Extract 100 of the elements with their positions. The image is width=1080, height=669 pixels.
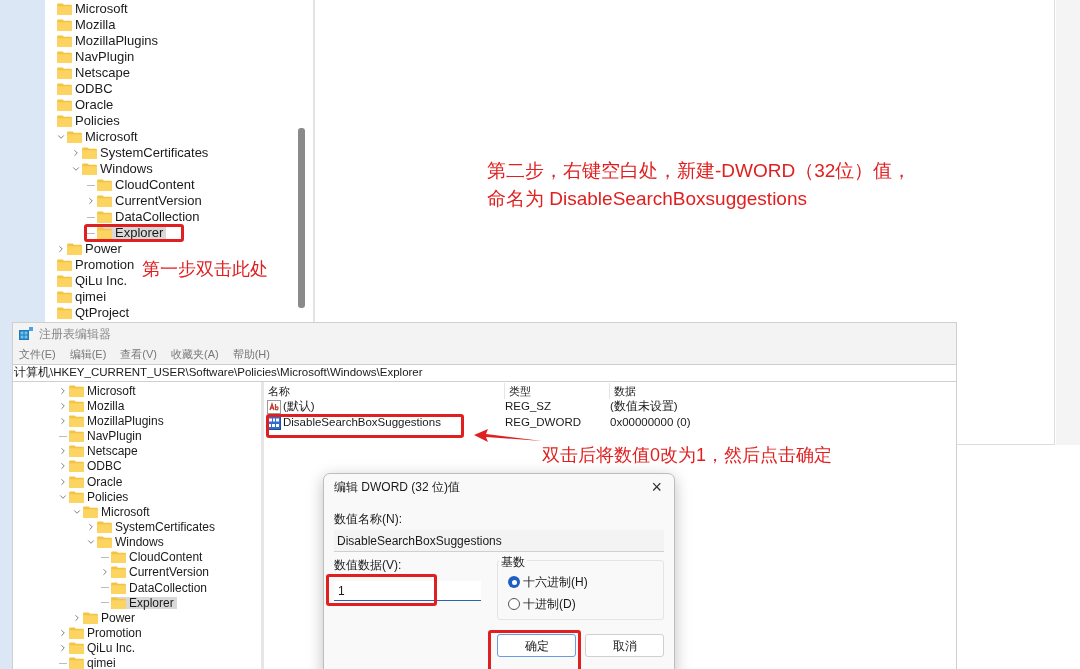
folder-icon bbox=[57, 51, 72, 63]
tree-item[interactable]: NavPlugin bbox=[69, 430, 145, 443]
folder-icon bbox=[57, 99, 72, 111]
tree-item[interactable]: CurrentVersion bbox=[97, 195, 205, 207]
tree-item[interactable]: Promotion bbox=[69, 627, 145, 640]
tree-item[interactable]: SystemCertificates bbox=[82, 147, 212, 159]
expand-icon[interactable] bbox=[56, 132, 66, 142]
expand-icon[interactable] bbox=[58, 415, 68, 426]
tree-item[interactable]: Promotion bbox=[57, 259, 138, 271]
folder-icon bbox=[57, 83, 72, 95]
folder-icon bbox=[67, 131, 82, 143]
folder-icon bbox=[111, 581, 126, 594]
tree-item[interactable]: Policies bbox=[57, 115, 123, 127]
tree-item[interactable]: Windows bbox=[97, 536, 167, 549]
folder-icon bbox=[69, 460, 84, 473]
value-name[interactable]: (默认) bbox=[283, 398, 315, 416]
tree-item[interactable]: QiLu Inc. bbox=[57, 275, 131, 287]
tree-item[interactable]: qimei bbox=[69, 657, 119, 669]
column-header[interactable]: 名称 bbox=[264, 382, 504, 400]
value-name[interactable]: DisableSearchBoxSuggestions bbox=[283, 414, 441, 432]
expand-icon[interactable] bbox=[72, 612, 82, 623]
tree-item[interactable]: Explorer bbox=[111, 596, 177, 609]
tree-item[interactable]: Microsoft bbox=[69, 384, 139, 397]
value-data: (数值未设置) bbox=[609, 399, 678, 415]
ok-button[interactable]: 确定 bbox=[497, 634, 576, 657]
expand-icon[interactable] bbox=[58, 385, 68, 396]
address-bar[interactable]: 计算机\HKEY_CURRENT_USER\Software\Policies\Microsoft\Windows\Explorer bbox=[13, 364, 956, 382]
expand-icon[interactable] bbox=[58, 643, 68, 654]
tree-item[interactable]: CloudContent bbox=[97, 179, 198, 191]
radio-label[interactable]: 十六进制(H) bbox=[523, 573, 588, 591]
folder-icon bbox=[67, 243, 82, 255]
tree-item[interactable]: ODBC bbox=[69, 460, 125, 473]
folder-icon bbox=[82, 147, 97, 159]
tree-item[interactable]: MozillaPlugins bbox=[57, 35, 162, 47]
value-name-field[interactable]: DisableSearchBoxSuggestions bbox=[334, 530, 664, 552]
tree-item[interactable]: Power bbox=[67, 243, 125, 255]
tree-item[interactable]: CloudContent bbox=[111, 551, 206, 564]
expand-icon[interactable] bbox=[100, 567, 110, 578]
expand-icon[interactable] bbox=[71, 148, 81, 158]
string-value-icon bbox=[267, 400, 281, 414]
tree-item[interactable]: Microsoft bbox=[83, 505, 153, 518]
radio-label[interactable]: 十进制(D) bbox=[523, 595, 576, 613]
step-note: 双击后将数值0改为1，然后点击确定 bbox=[542, 444, 833, 467]
radio-button[interactable] bbox=[508, 576, 521, 588]
menu-item[interactable]: 收藏夹(A) bbox=[171, 345, 219, 363]
expand-icon[interactable] bbox=[56, 244, 66, 254]
tree-item[interactable]: Netscape bbox=[69, 445, 141, 458]
expand-icon[interactable] bbox=[86, 196, 96, 206]
step-note: 第二步，右键空白处，新建-DWORD（32位）值， bbox=[487, 159, 912, 183]
folder-icon bbox=[69, 627, 84, 640]
tree-item[interactable]: ODBC bbox=[57, 83, 116, 95]
tree-item[interactable]: Netscape bbox=[57, 67, 133, 79]
tree-item[interactable]: Policies bbox=[69, 490, 132, 503]
tree-item[interactable]: DataCollection bbox=[111, 581, 211, 594]
expand-icon[interactable] bbox=[58, 628, 68, 639]
folder-icon bbox=[97, 536, 112, 549]
tree-item[interactable]: Explorer bbox=[97, 227, 167, 239]
column-header[interactable]: 类型 bbox=[504, 382, 609, 400]
menu-item[interactable]: 编辑(E) bbox=[69, 345, 107, 363]
cancel-button[interactable]: 取消 bbox=[585, 634, 664, 657]
folder-icon bbox=[69, 399, 84, 412]
close-button[interactable]: × bbox=[651, 478, 662, 496]
tree-item[interactable]: Power bbox=[83, 611, 138, 624]
tree-item[interactable]: qimei bbox=[57, 291, 110, 303]
tree-item[interactable]: Mozilla bbox=[69, 399, 128, 412]
tree-item[interactable]: Oracle bbox=[57, 99, 117, 111]
expand-icon[interactable] bbox=[86, 522, 96, 532]
value-type: REG_DWORD bbox=[504, 415, 583, 431]
value-data-field[interactable]: 1 bbox=[334, 581, 482, 601]
folder-icon bbox=[83, 611, 98, 624]
folder-icon bbox=[57, 275, 72, 287]
folder-icon bbox=[82, 163, 97, 175]
tree-item[interactable]: QiLu Inc. bbox=[69, 642, 139, 655]
expand-icon[interactable] bbox=[71, 164, 81, 174]
radio-button[interactable] bbox=[508, 598, 521, 610]
tree-item[interactable]: MozillaPlugins bbox=[69, 414, 167, 427]
group-label: 基数 bbox=[499, 553, 528, 571]
step-note: 第一步双击此处 bbox=[142, 258, 268, 281]
expand-icon[interactable] bbox=[58, 400, 68, 411]
field-label: 数值名称(N): bbox=[334, 511, 403, 526]
tree-item[interactable]: DataCollection bbox=[97, 211, 203, 223]
expand-icon[interactable] bbox=[58, 461, 68, 472]
menu-item[interactable]: 查看(V) bbox=[120, 345, 157, 363]
tree-item[interactable]: CurrentVersion bbox=[111, 566, 213, 579]
tree-item[interactable]: Oracle bbox=[69, 475, 126, 488]
tree-item[interactable]: Microsoft bbox=[67, 131, 141, 143]
menu-item[interactable]: 帮助(H) bbox=[232, 345, 270, 363]
folder-icon bbox=[111, 596, 126, 609]
tree-item[interactable]: Windows bbox=[82, 163, 156, 175]
expand-icon[interactable] bbox=[58, 476, 68, 487]
expand-icon[interactable] bbox=[58, 446, 68, 457]
tree-item[interactable]: Mozilla bbox=[57, 19, 119, 31]
tree-item[interactable]: NavPlugin bbox=[57, 51, 138, 63]
menu-item[interactable]: 文件(E) bbox=[19, 345, 56, 363]
column-header[interactable]: 数据 bbox=[609, 382, 849, 400]
tree-item[interactable]: QtProject bbox=[57, 307, 133, 319]
value-data: 0x00000000 (0) bbox=[609, 415, 691, 431]
tree-item[interactable]: SystemCertificates bbox=[97, 521, 219, 533]
folder-icon bbox=[69, 414, 84, 427]
tree-item[interactable]: Microsoft bbox=[57, 3, 131, 15]
